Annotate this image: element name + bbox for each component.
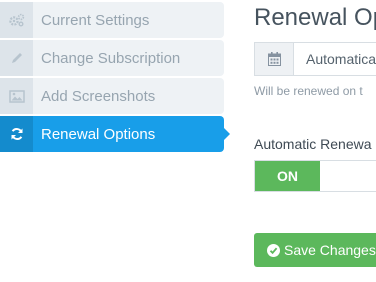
pencil-icon [0,40,33,76]
renewal-select-value: Automatica [306,51,376,67]
sidebar-item-label: Renewal Options [41,125,156,143]
renewal-options-page: Current Settings Change Subscription Add… [0,0,376,282]
renewal-select[interactable]: Automatica [254,42,376,76]
save-changes-label: Save Changes [284,242,376,258]
auto-renewal-label: Automatic Renewa [254,136,372,152]
refresh-icon [0,116,33,152]
gears-icon [0,2,33,38]
sidebar-item-label: Change Subscription [41,49,181,67]
save-changes-button[interactable]: Save Changes [254,233,376,267]
sidebar-item-renewal-options[interactable]: Renewal Options [0,116,230,152]
renewal-help-text: Will be renewed on t [254,84,363,98]
toggle-off-area [320,161,376,191]
auto-renewal-toggle[interactable]: ON [254,160,376,192]
image-icon [0,78,33,114]
sidebar-item-add-screenshots[interactable]: Add Screenshots [0,78,224,114]
check-circle-icon [267,243,280,257]
sidebar-item-label: Add Screenshots [41,87,156,105]
sidebar-item-current-settings[interactable]: Current Settings [0,2,224,38]
page-title: Renewal Op [254,4,376,31]
sidebar-item-label: Current Settings [41,11,150,29]
toggle-on-state: ON [255,161,320,191]
calendar-icon [255,43,294,75]
sidebar-item-change-subscription[interactable]: Change Subscription [0,40,224,76]
